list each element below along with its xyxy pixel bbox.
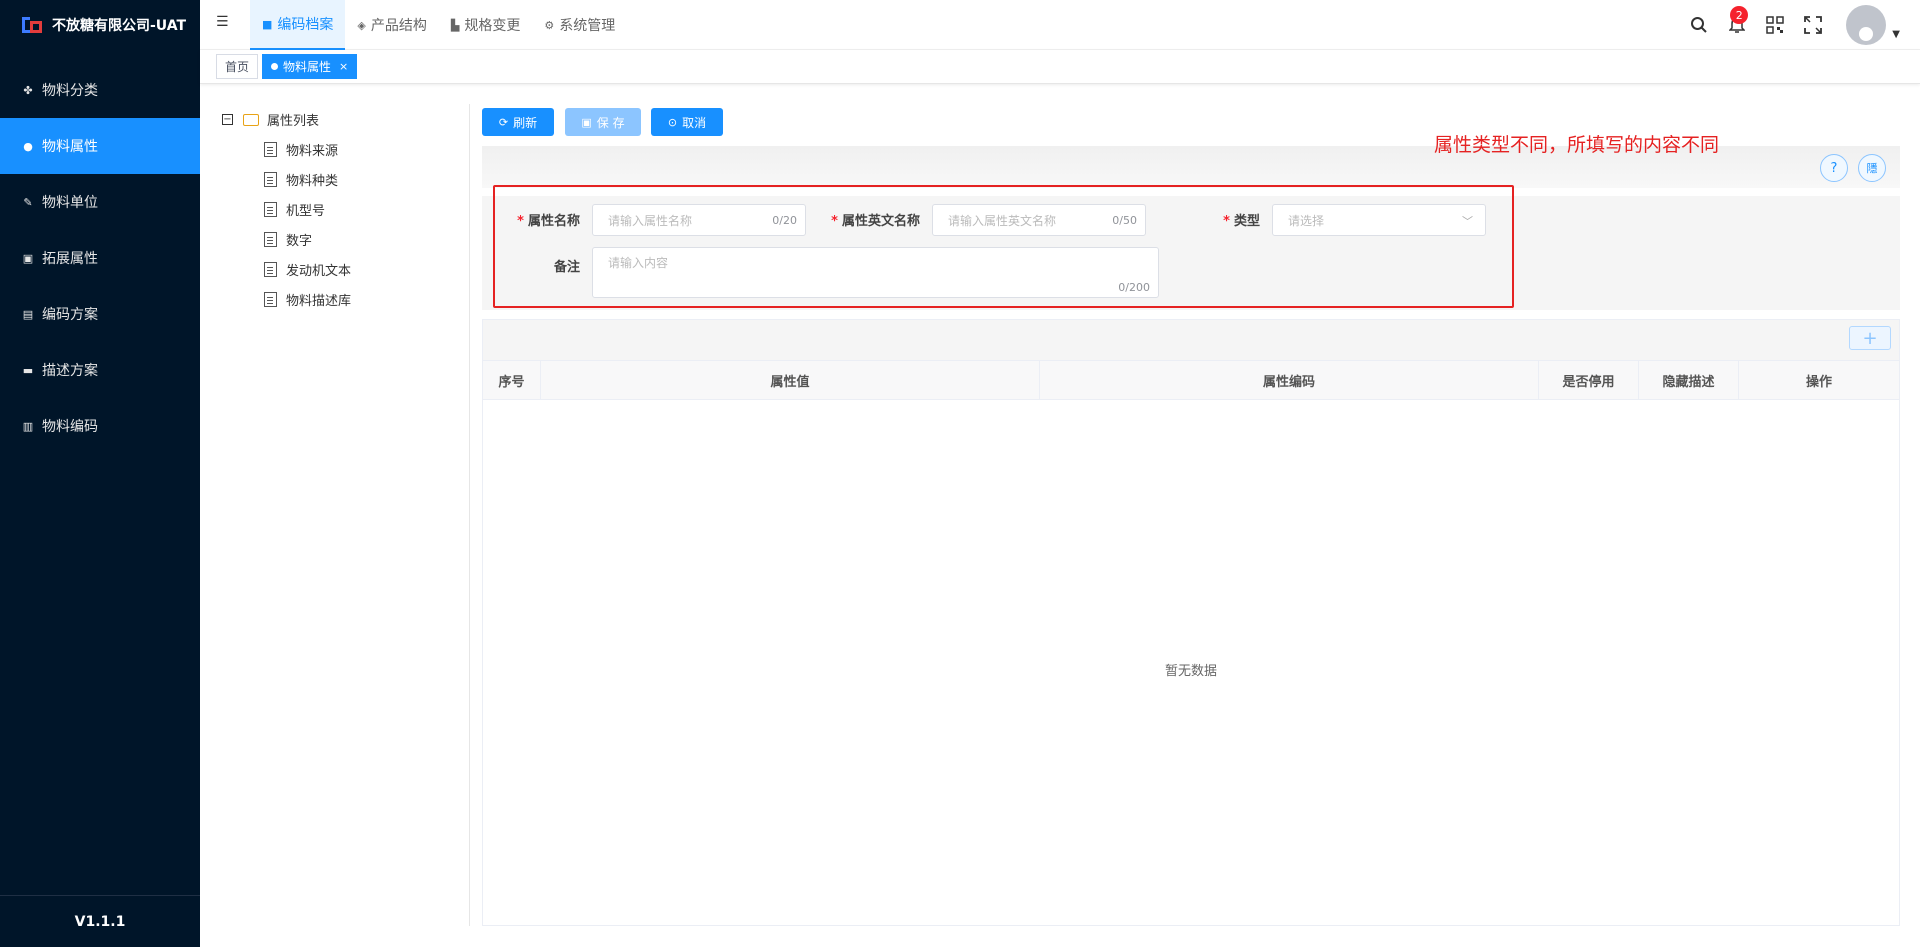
empty-table-text: 暂无数据: [1164, 664, 1217, 679]
save-button[interactable]: ▣ 保 存: [565, 108, 641, 136]
monitor-icon: ▬: [22, 363, 34, 377]
refresh-icon: ⟳: [498, 115, 509, 129]
notification-badge: 2: [1730, 6, 1749, 24]
tree-item-material-source[interactable]: 物料来源: [264, 140, 338, 159]
cancel-button[interactable]: ⊙ 取消: [651, 108, 723, 136]
annotation-highlight-box: [493, 185, 1514, 308]
sidebar-item-extended-attribute[interactable]: ▣ 拓展属性: [0, 230, 200, 286]
caret-down-icon[interactable]: ▼: [1892, 29, 1900, 40]
ruler-icon: ✎: [23, 195, 33, 209]
table-toolbar: +: [483, 320, 1899, 360]
document-icon: [264, 292, 277, 307]
attribute-value-table: + 序号 属性值 属性编码 是否停用 隐藏描述 操作 暂无数据: [482, 319, 1900, 926]
collapse-menu-icon[interactable]: ☰: [216, 14, 232, 30]
cancel-circle-icon: ⊙: [667, 115, 678, 129]
nav-system-management[interactable]: ⚙ 系统管理: [532, 0, 627, 50]
user-avatar[interactable]: [1846, 5, 1887, 45]
column-header-index: 序号: [483, 361, 541, 399]
search-icon[interactable]: [1680, 0, 1718, 50]
close-tag-icon[interactable]: ×: [339, 60, 348, 73]
document-icon: [264, 262, 277, 277]
save-icon: ▣: [581, 115, 592, 129]
nav-product-structure[interactable]: ◈ 产品结构: [345, 0, 438, 50]
sidebar-menu: ✤ 物料分类 ● 物料属性 ✎ 物料单位 ▣ 拓展属性 ▤ 编码方案 ▬ 描述方…: [0, 62, 200, 454]
top-nav: ■ 编码档案 ◈ 产品结构 ▙ 规格变更 ⚙ 系统管理: [250, 0, 627, 50]
image-icon: ▣: [22, 251, 34, 265]
column-header-actions: 操作: [1805, 374, 1832, 390]
refresh-button[interactable]: ⟳ 刷新: [482, 108, 554, 136]
bell-icon[interactable]: 2: [1718, 0, 1756, 50]
tree-item-material-type[interactable]: 物料种类: [264, 170, 338, 189]
fullscreen-icon[interactable]: [1794, 0, 1832, 50]
sidebar-item-coding-scheme[interactable]: ▤ 编码方案: [0, 286, 200, 342]
tag-material-attribute[interactable]: 物料属性 ×: [262, 54, 358, 79]
nav-coding-archive[interactable]: ■ 编码档案: [250, 0, 346, 50]
annotation-note: 属性类型不同，所填写的内容不同: [1434, 134, 1720, 156]
document-icon: [264, 172, 277, 187]
table-header: 序号 属性值 属性编码 是否停用 隐藏描述 操作: [483, 360, 1899, 400]
logo: 不放糖有限公司-UAT: [0, 0, 200, 50]
app-version: V1.1.1: [0, 895, 200, 947]
attribute-tree: − 属性列表 物料来源 物料种类 机型号 数字 发动机文本 物料描述库: [220, 104, 470, 926]
file-icon: ▥: [22, 419, 34, 433]
column-header-disabled: 是否停用: [1539, 361, 1639, 399]
collapse-node-icon[interactable]: −: [222, 114, 233, 125]
document-icon: [264, 202, 277, 217]
document-icon: [264, 142, 277, 157]
hide-search-icon[interactable]: 隱: [1858, 154, 1886, 182]
add-row-button[interactable]: +: [1849, 326, 1891, 350]
tree-item-number[interactable]: 数字: [264, 230, 312, 249]
sidebar-item-material-attribute[interactable]: ● 物料属性: [0, 118, 200, 174]
qrcode-icon[interactable]: [1756, 0, 1794, 50]
gear-icon: ⚙: [544, 18, 555, 32]
tags-view: 首页 物料属性 ×: [200, 50, 1920, 84]
company-name: 不放糖有限公司-UAT: [52, 18, 187, 34]
sidebar-item-description-scheme[interactable]: ▬ 描述方案: [0, 342, 200, 398]
folder-open-icon: [243, 113, 259, 126]
header-actions: 2 ▼: [1680, 0, 1900, 50]
main-panel: ⟳ 刷新 ▣ 保 存 ⊙ 取消 ? 隱 属性类型不同，所填写的内容不同 * 属性名称 请…: [482, 104, 1900, 926]
document-icon: [264, 232, 277, 247]
info-icon: ●: [23, 139, 33, 153]
sidebar-item-material-unit[interactable]: ✎ 物料单位: [0, 174, 200, 230]
copy-icon: ▤: [22, 307, 34, 321]
tree-item-engine-text[interactable]: 发动机文本: [264, 260, 351, 279]
column-header-code: 属性编码: [1040, 361, 1539, 399]
column-header-value: 属性值: [541, 361, 1040, 399]
tree-item-material-description-library[interactable]: 物料描述库: [264, 290, 351, 309]
sidebar: 不放糖有限公司-UAT ✤ 物料分类 ● 物料属性 ✎ 物料单位 ▣ 拓展属性 …: [0, 0, 200, 947]
top-header: ☰ ■ 编码档案 ◈ 产品结构 ▙ 规格变更 ⚙ 系统管理 2 ▼: [200, 0, 1920, 50]
sidebar-item-material-code[interactable]: ▥ 物料编码: [0, 398, 200, 454]
help-icon[interactable]: ?: [1820, 154, 1848, 182]
nav-spec-change[interactable]: ▙ 规格变更: [439, 0, 532, 50]
folder-icon: ■: [262, 17, 273, 31]
tag-home[interactable]: 首页: [216, 54, 259, 79]
layers-icon: ◈: [357, 18, 366, 32]
tree-root[interactable]: − 属性列表: [222, 110, 319, 129]
active-dot-icon: [271, 63, 278, 70]
tree-item-model-number[interactable]: 机型号: [264, 200, 325, 219]
column-header-hide-description: 隐藏描述: [1639, 361, 1739, 399]
grid-icon: ✤: [23, 83, 33, 97]
sidebar-item-material-category[interactable]: ✤ 物料分类: [0, 62, 200, 118]
company-logo-icon: [20, 15, 44, 35]
chart-icon: ▙: [450, 18, 460, 32]
